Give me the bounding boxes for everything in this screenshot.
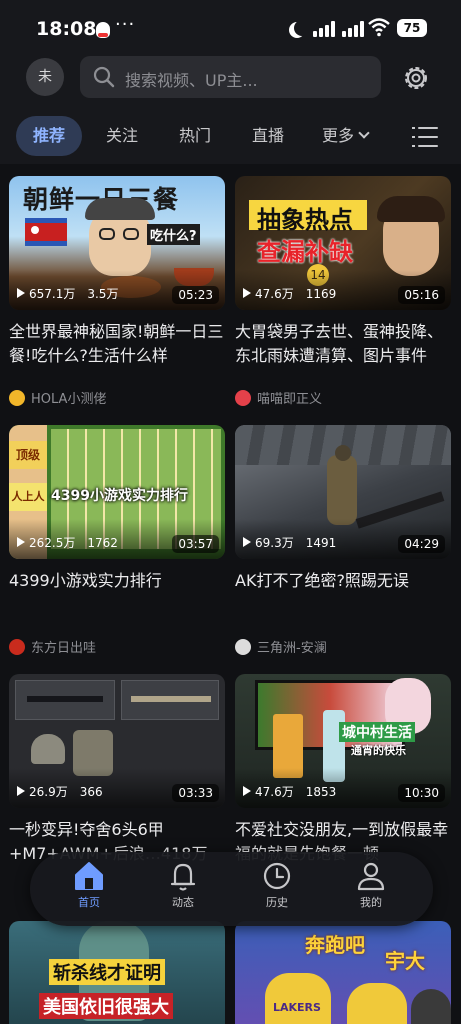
- user-avatar[interactable]: 未: [26, 58, 64, 96]
- video-thumbnail[interactable]: 斩杀线才证明 美国依旧很强大: [9, 921, 225, 1024]
- soldier-figure: [327, 455, 357, 525]
- video-duration: 03:33: [172, 784, 219, 802]
- presenter-face: [377, 196, 445, 276]
- video-thumbnail[interactable]: 朝鲜一日三餐 吃什么? 657.1万3.5万 05:23: [9, 176, 225, 310]
- video-stats: 69.3万 1491: [243, 534, 336, 551]
- qq-notification-icon: [96, 22, 110, 38]
- video-duration: 05:16: [398, 286, 445, 304]
- helmet: [31, 734, 65, 764]
- video-stats: 26.9万 366: [17, 783, 103, 800]
- video-author[interactable]: 三角洲-安澜: [235, 637, 327, 657]
- jersey-text: LAKERS: [273, 1001, 321, 1014]
- video-title[interactable]: AK打不了绝密?照踢无误: [235, 569, 451, 617]
- bell-icon: [170, 863, 196, 891]
- nav-dynamic-label: 动态: [172, 896, 194, 909]
- video-author[interactable]: 东方日出哇: [9, 637, 96, 657]
- play-count-icon: [17, 786, 25, 796]
- play-count-icon: [243, 537, 251, 547]
- battery-indicator: 75: [397, 19, 427, 37]
- nav-mine[interactable]: 我的: [341, 860, 401, 920]
- author-avatar: [9, 390, 25, 406]
- tab-hot[interactable]: 热门: [179, 116, 211, 156]
- thumbnail-caption: 奔跑吧: [305, 933, 365, 957]
- video-title[interactable]: 大胃袋男子去世、蛋神投降、东北雨妹遭清算、图片事件: [235, 320, 451, 368]
- video-stats: 262.5万 1762: [17, 534, 118, 551]
- author-avatar: [9, 639, 25, 655]
- video-stats: 47.6万 1853: [243, 783, 336, 800]
- tab-menu-icon[interactable]: [412, 127, 438, 147]
- nav-dynamic[interactable]: 动态: [153, 860, 213, 920]
- wifi-icon: [368, 18, 390, 37]
- thumbnail-question: 吃什么?: [147, 224, 200, 245]
- rifle: [27, 696, 103, 702]
- jersey-figure: [265, 973, 331, 1024]
- tab-recommend[interactable]: 推荐: [16, 116, 82, 156]
- video-stats: 657.1万 3.5万: [17, 285, 118, 302]
- video-thumbnail[interactable]: 69.3万 1491 04:29: [235, 425, 451, 559]
- signal-icon: [313, 21, 337, 37]
- person-icon: [357, 862, 385, 891]
- status-time: 18:08: [36, 18, 97, 40]
- play-count-icon: [243, 288, 251, 298]
- video-thumbnail[interactable]: 奔跑吧 宇大 LAKERS: [235, 921, 451, 1024]
- video-thumbnail[interactable]: 顶级 人上人 4399小游戏实力排行 262.5万 1762 03:57: [9, 425, 225, 559]
- thumbnail-caption: 城中村生活: [339, 722, 415, 742]
- status-bar: 18:08 ··· 75: [0, 0, 461, 56]
- chevron-down-icon: [358, 127, 370, 139]
- presenter-face: [85, 198, 155, 276]
- thumbnail-subcaption: 通宵的快乐: [351, 744, 406, 757]
- signal-icon-2: [342, 21, 366, 37]
- video-author[interactable]: HOLA小测佬: [9, 388, 106, 408]
- nav-home[interactable]: 首页: [59, 860, 119, 920]
- play-count-icon: [17, 537, 25, 547]
- thumbnail-subcaption: 美国依旧很强大: [39, 993, 173, 1019]
- search-icon: [93, 66, 115, 88]
- play-count-icon: [17, 288, 25, 298]
- category-tabs: 推荐 关注 热门 直播 更多: [0, 116, 461, 158]
- bottom-nav: 首页 动态 历史 我的: [30, 852, 433, 926]
- video-thumbnail[interactable]: 城中村生活 通宵的快乐 47.6万 1853 10:30: [235, 674, 451, 808]
- search-bar[interactable]: 搜索视频、UP主...: [80, 56, 381, 98]
- nav-history-label: 历史: [266, 896, 288, 909]
- tab-more-label: 更多: [322, 126, 355, 145]
- video-title[interactable]: 全世界最神秘国家!朝鲜一日三餐!吃什么?生活什么样: [9, 320, 225, 368]
- home-icon: [75, 862, 103, 890]
- video-duration: 10:30: [398, 784, 445, 802]
- tab-live[interactable]: 直播: [252, 116, 284, 156]
- video-thumbnail[interactable]: 26.9万 366 03:33: [9, 674, 225, 808]
- thumbnail-subcaption: 宇大: [385, 949, 425, 973]
- video-author[interactable]: 喵喵即正义: [235, 388, 322, 408]
- author-avatar: [235, 639, 251, 655]
- video-duration: 03:57: [172, 535, 219, 553]
- tab-more[interactable]: 更多: [322, 116, 370, 156]
- video-duration: 04:29: [398, 535, 445, 553]
- video-title[interactable]: 4399小游戏实力排行: [9, 569, 225, 617]
- clock-icon: [263, 862, 291, 890]
- flag-icon: [25, 218, 67, 246]
- video-stats: 47.6万 1169: [243, 285, 336, 302]
- video-thumbnail[interactable]: 抽象热点 查漏补缺 14 47.6万1169 05:16: [235, 176, 451, 310]
- search-placeholder: 搜索视频、UP主...: [125, 71, 258, 90]
- gear-icon[interactable]: [402, 64, 430, 92]
- thumbnail-caption: 4399小游戏实力排行: [51, 488, 188, 504]
- thumbnail-subcaption: 查漏补缺: [257, 238, 353, 266]
- author-avatar: [235, 390, 251, 406]
- nav-mine-label: 我的: [360, 896, 382, 909]
- more-notifications-icon: ···: [115, 14, 136, 35]
- thumbnail-caption: 斩杀线才证明: [49, 959, 165, 985]
- video-duration: 05:23: [172, 286, 219, 304]
- nav-home-label: 首页: [78, 896, 100, 909]
- thumbnail-caption: 抽象热点: [257, 206, 353, 234]
- play-count-icon: [243, 786, 251, 796]
- do-not-disturb-icon: [294, 20, 310, 36]
- tab-follow[interactable]: 关注: [106, 116, 138, 156]
- nav-history[interactable]: 历史: [247, 860, 307, 920]
